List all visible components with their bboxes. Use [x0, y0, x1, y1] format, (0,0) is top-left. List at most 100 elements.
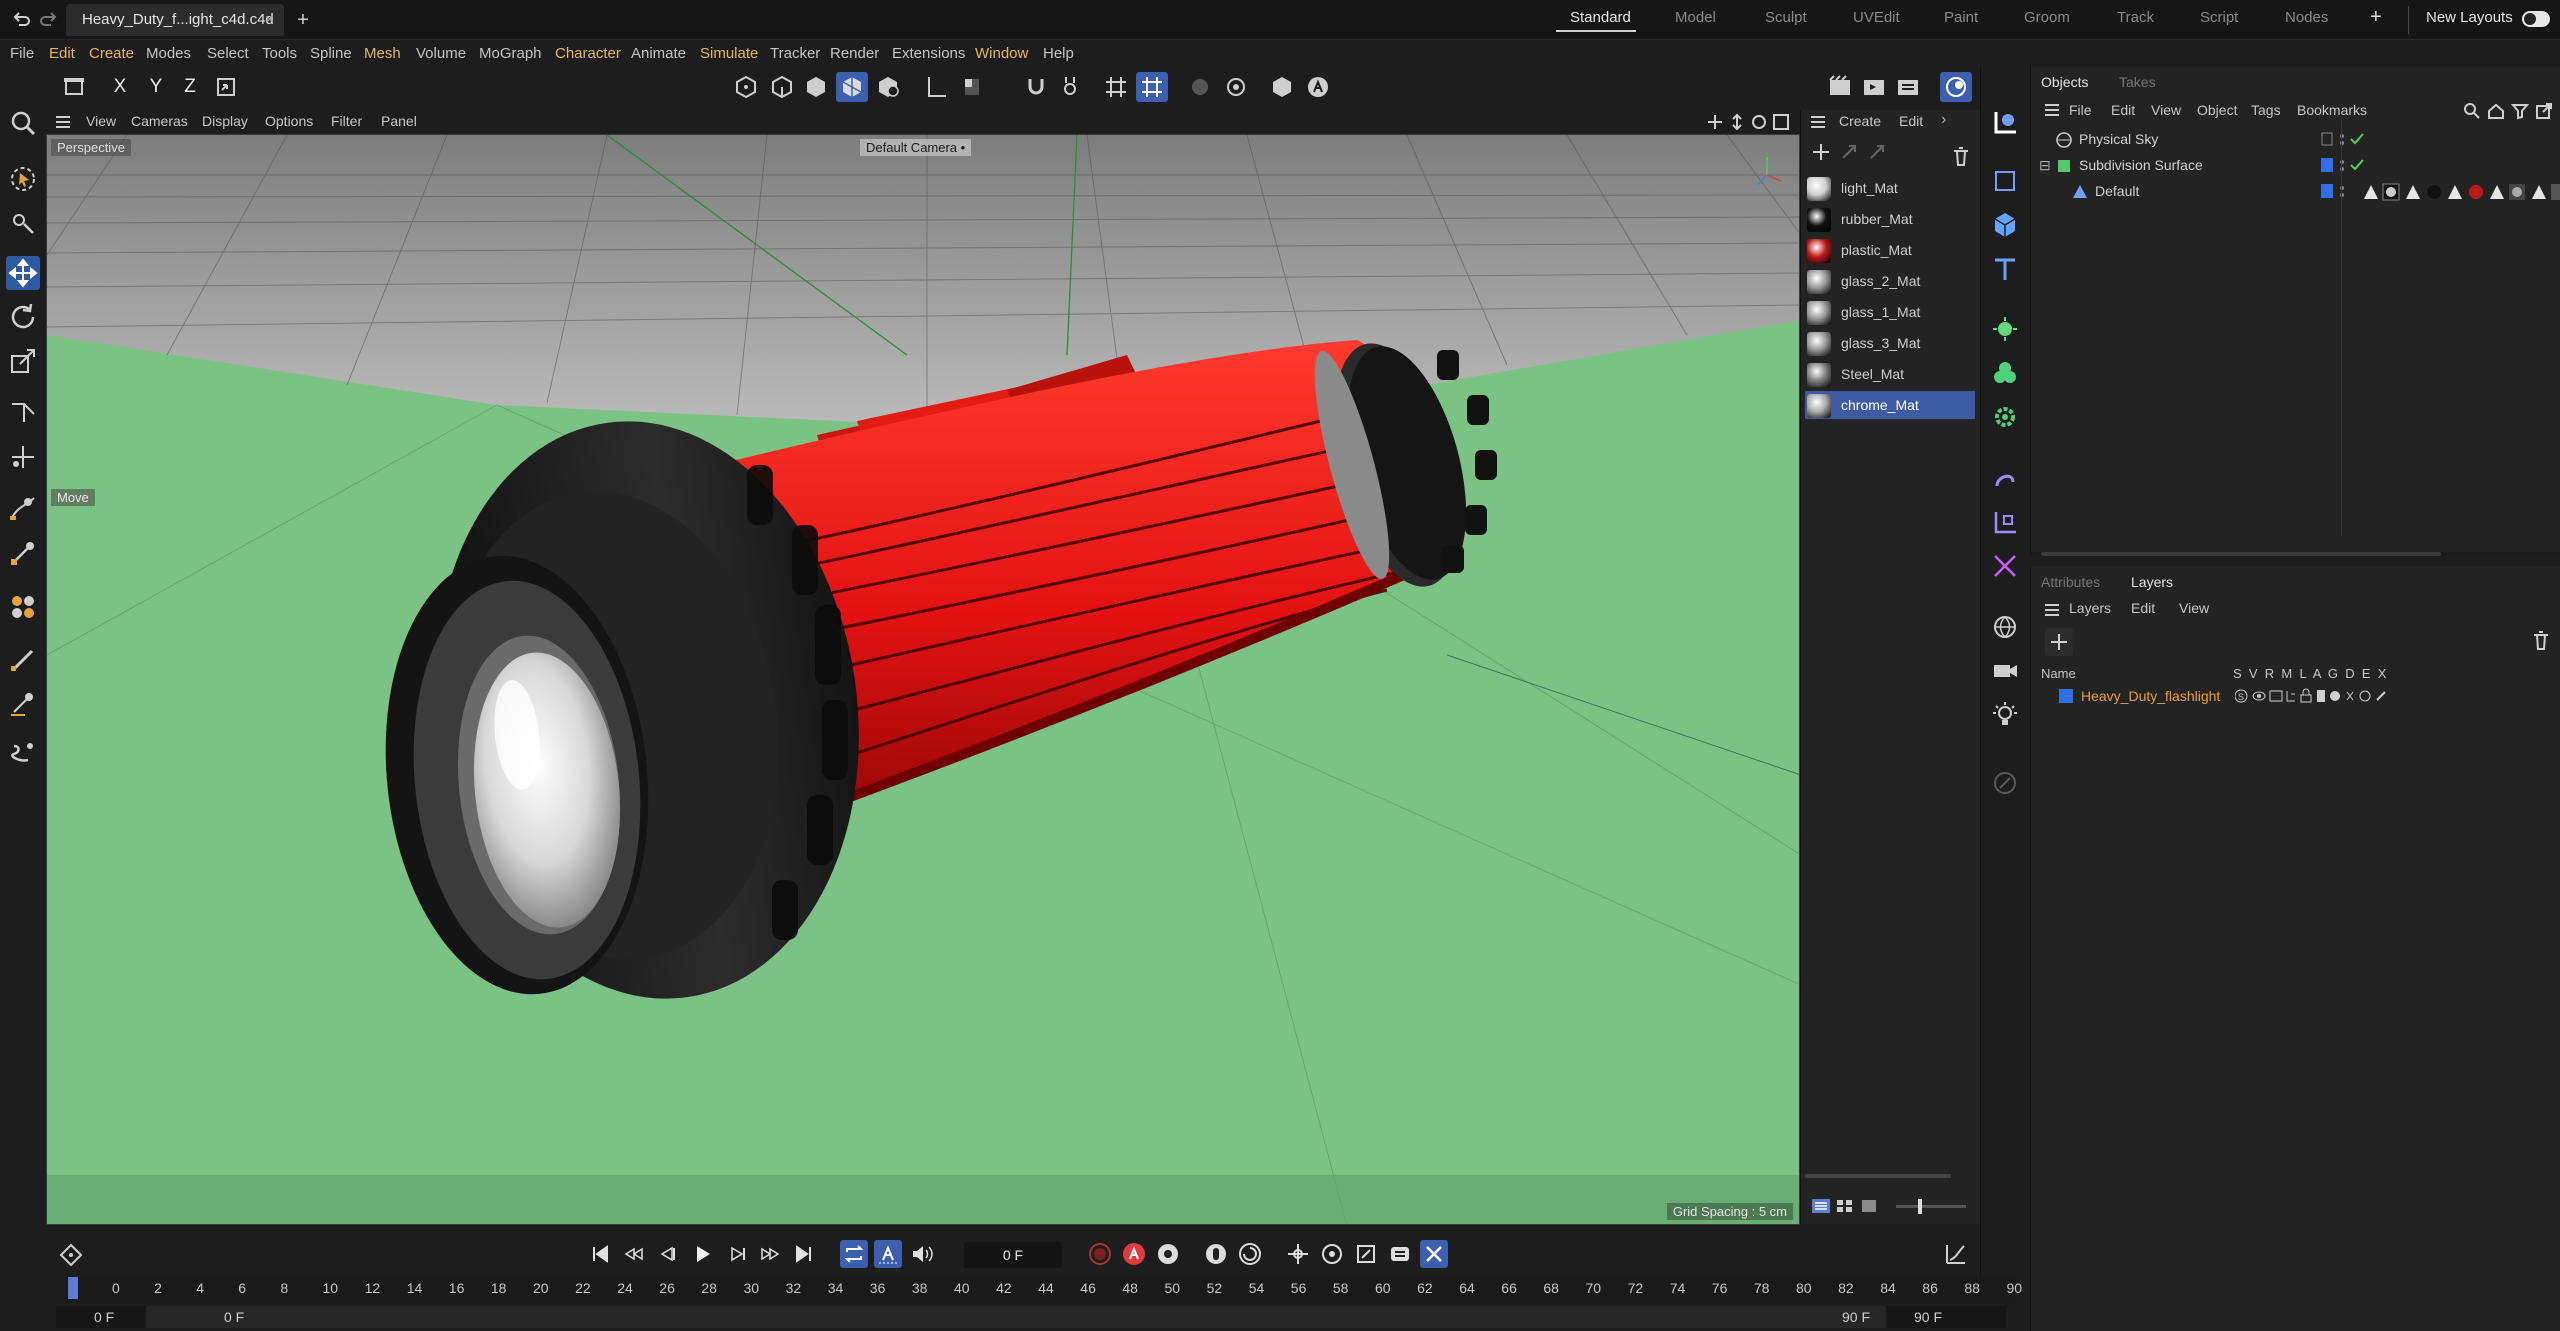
objects-home-icon[interactable]: [2487, 102, 2505, 120]
move-tool-icon[interactable]: [6, 256, 40, 290]
viewport-menu-cameras[interactable]: Cameras: [131, 113, 188, 129]
menu-tools[interactable]: Tools: [262, 45, 297, 62]
material-item[interactable]: plastic_Mat: [1805, 236, 1975, 264]
workplane-grid-icon[interactable]: [1100, 72, 1132, 102]
cube-outline-icon[interactable]: [1988, 164, 2022, 198]
range-start-field[interactable]: 0 F: [94, 1309, 114, 1325]
visibility-dots-icon[interactable]: [2339, 158, 2345, 174]
light-object-icon[interactable]: [1988, 698, 2022, 732]
objects-menu-bookmarks[interactable]: Bookmarks: [2297, 102, 2367, 118]
keyframe-icon[interactable]: [58, 1242, 84, 1268]
add-material-icon[interactable]: [1811, 142, 1831, 162]
auto-range-icon[interactable]: [874, 1240, 902, 1268]
live-selection-icon[interactable]: [6, 162, 40, 196]
delete-layer-icon[interactable]: [2531, 630, 2551, 652]
range-slider[interactable]: 0 F 90 F: [146, 1306, 1886, 1328]
material-item[interactable]: glass_1_Mat: [1805, 298, 1975, 326]
layout-tab-nodes[interactable]: Nodes: [2285, 9, 2328, 26]
maximize-view-icon[interactable]: [1772, 113, 1790, 131]
objects-filter-icon[interactable]: [2511, 102, 2529, 120]
viewport-solo-icon[interactable]: [1220, 72, 1252, 102]
menu-simulate[interactable]: Simulate: [700, 45, 758, 62]
material-item[interactable]: glass_3_Mat: [1805, 329, 1975, 357]
fcurve-icon[interactable]: [1942, 1240, 1970, 1268]
twist-tool-icon[interactable]: [6, 736, 40, 770]
snap-settings-icon[interactable]: [1054, 72, 1086, 102]
render-settings-icon[interactable]: [1266, 72, 1298, 102]
object-row[interactable]: Default: [2031, 180, 2560, 204]
visibility-dots-icon[interactable]: [2339, 184, 2345, 200]
material-item[interactable]: rubber_Mat: [1805, 205, 1975, 233]
y-axis-lock-button[interactable]: Y: [140, 72, 172, 102]
zoom-view-icon[interactable]: [1728, 113, 1746, 131]
undo-icon[interactable]: [10, 9, 32, 31]
document-tab[interactable]: Heavy_Duty_f...ight_c4d.c4d ×: [66, 4, 284, 36]
material-menu-create[interactable]: Create: [1839, 113, 1881, 129]
spline-pen-icon[interactable]: [6, 492, 40, 526]
viewport-menu-display[interactable]: Display: [202, 113, 248, 129]
viewport-menu-options[interactable]: Options: [265, 113, 313, 129]
objects-hamburger-icon[interactable]: [2043, 102, 2061, 118]
layers-menu-view[interactable]: View: [2179, 600, 2209, 616]
layout-tab-uvedit[interactable]: UVEdit: [1853, 9, 1900, 26]
layout-tab-script[interactable]: Script: [2200, 9, 2238, 26]
go-to-start-icon[interactable]: [586, 1240, 614, 1268]
key-rotation-icon[interactable]: [1236, 1240, 1264, 1268]
layout-toggle[interactable]: [2522, 11, 2550, 27]
next-key-icon[interactable]: [756, 1240, 784, 1268]
render-queue-icon[interactable]: [1892, 72, 1924, 102]
environment-icon[interactable]: [1988, 610, 2022, 644]
sound-icon[interactable]: [908, 1240, 936, 1268]
layout-tab-standard[interactable]: Standard: [1570, 9, 1631, 26]
menu-spline[interactable]: Spline: [310, 45, 352, 62]
model-mode-icon[interactable]: [58, 72, 90, 102]
key-scale-icon[interactable]: [1352, 1240, 1380, 1268]
menu-mograph[interactable]: MoGraph: [479, 45, 542, 62]
camera-object-icon[interactable]: [1988, 654, 2022, 688]
hamburger-icon[interactable]: [54, 114, 72, 130]
effector-gear-icon[interactable]: [1988, 400, 2022, 434]
material-item[interactable]: light_Mat: [1805, 174, 1975, 202]
material-link-icon[interactable]: [1839, 142, 1859, 162]
range-end-field[interactable]: 90 F: [1914, 1309, 1942, 1325]
key-position-icon[interactable]: [1202, 1240, 1230, 1268]
layer-color-swatch[interactable]: [2321, 158, 2333, 172]
generator-icon[interactable]: [1988, 312, 2022, 346]
autokey-icon[interactable]: [1120, 1240, 1148, 1268]
delete-material-icon[interactable]: [1951, 146, 1971, 168]
menu-window[interactable]: Window: [975, 45, 1028, 62]
menu-volume[interactable]: Volume: [416, 45, 466, 62]
camera-label[interactable]: Default Camera •: [860, 139, 972, 156]
add-layout-icon[interactable]: +: [2370, 6, 2382, 29]
layers-menu-layers[interactable]: Layers: [2069, 600, 2111, 616]
select-settings-icon[interactable]: [6, 206, 40, 240]
new-layouts-button[interactable]: New Layouts: [2426, 9, 2513, 26]
material-item[interactable]: Steel_Mat: [1805, 360, 1975, 388]
tab-takes[interactable]: Takes: [2119, 74, 2156, 90]
menu-create[interactable]: Create: [89, 45, 134, 62]
object-mode-icon[interactable]: [872, 72, 904, 102]
layer-tag-icon[interactable]: [2321, 132, 2333, 146]
menu-render[interactable]: Render: [830, 45, 879, 62]
playhead[interactable]: [68, 1277, 78, 1299]
tab-layers[interactable]: Layers: [2131, 574, 2173, 590]
menu-modes[interactable]: Modes: [146, 45, 191, 62]
field-icon[interactable]: [1988, 506, 2022, 540]
3d-viewport[interactable]: Perspective Default Camera • Move Grid S…: [46, 134, 1800, 1225]
layer-row[interactable]: Heavy_Duty_flashlight S: [2031, 684, 2560, 708]
new-tab-icon[interactable]: +: [292, 9, 314, 31]
search-icon[interactable]: [6, 106, 40, 140]
material-item-selected[interactable]: chrome_Mat: [1805, 391, 1975, 419]
panel-resize-handle[interactable]: [2031, 552, 2560, 556]
layer-flag-icons[interactable]: S: [2235, 688, 2445, 704]
layout-tab-track[interactable]: Track: [2117, 9, 2154, 26]
previous-frame-icon[interactable]: [654, 1240, 682, 1268]
points-mode-icon[interactable]: [730, 72, 762, 102]
menu-help[interactable]: Help: [1043, 45, 1074, 62]
close-tab-icon[interactable]: ×: [265, 4, 274, 36]
pan-view-icon[interactable]: [1706, 113, 1724, 131]
menu-animate[interactable]: Animate: [631, 45, 686, 62]
knife-tool-icon[interactable]: [6, 686, 40, 720]
menu-extensions[interactable]: Extensions: [892, 45, 965, 62]
objects-menu-object[interactable]: Object: [2197, 102, 2237, 118]
